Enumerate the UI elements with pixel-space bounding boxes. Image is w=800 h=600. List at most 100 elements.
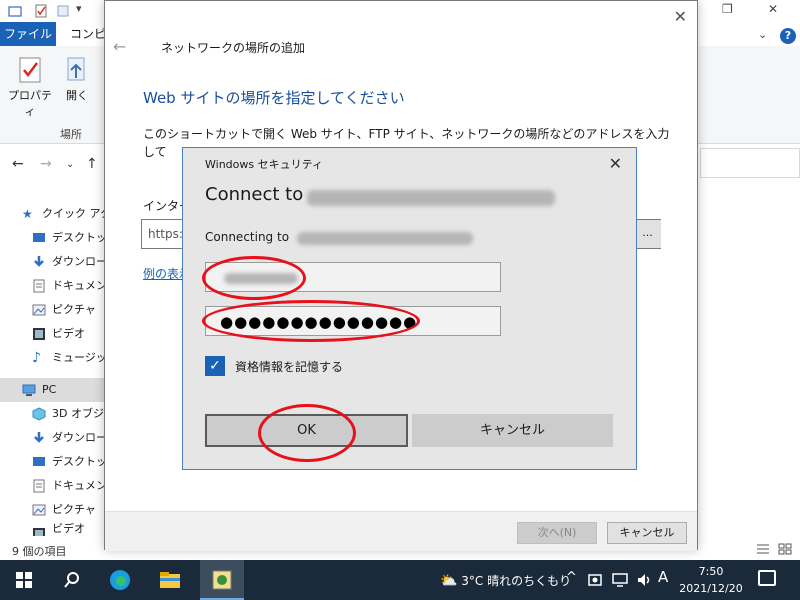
sidebar-item-downloads-pc[interactable]: ダウンロード	[0, 426, 104, 450]
star-icon: ★	[22, 207, 33, 221]
search-icon[interactable]	[60, 568, 84, 592]
sidebar-item-videos-pc[interactable]: ビデオ	[0, 522, 104, 536]
browse-button[interactable]: ...	[633, 220, 661, 248]
picture-icon	[32, 504, 46, 516]
sidebar-item-label: PC	[42, 383, 57, 396]
open-button[interactable]: 開く	[60, 56, 94, 103]
weather-icon: ⛅	[440, 573, 458, 589]
sidebar-item-label: ドキュメント	[52, 279, 104, 292]
sidebar-item-pictures[interactable]: ピクチャ	[0, 298, 104, 322]
sidebar-item-3d-objects[interactable]: 3D オブジェ	[0, 402, 104, 426]
sidebar-item-label: クイック アク	[42, 207, 104, 220]
notification-icon[interactable]	[758, 570, 776, 586]
network-icon[interactable]	[612, 572, 628, 588]
desktop-icon	[33, 457, 45, 466]
redacted-host	[297, 232, 473, 245]
sidebar-item-videos[interactable]: ビデオ	[0, 322, 104, 346]
back-arrow-icon[interactable]: ←	[12, 156, 24, 172]
document-icon	[33, 479, 45, 493]
sidebar-item-desktop[interactable]: デスクトップ	[0, 226, 104, 250]
properties-label: プロパティ	[8, 89, 52, 118]
clock-time: 7:50	[698, 565, 724, 578]
remember-credentials-label: 資格情報を記憶する	[235, 360, 344, 374]
sidebar-item-label: ダウンロード	[52, 255, 104, 268]
taskbar: ⛅ 3°C 晴れのちくもり ^ A 7:50 2021/12/20	[0, 560, 800, 600]
properties-icon	[19, 57, 41, 83]
checkmark-icon: ✓	[209, 358, 221, 374]
sidebar-item-label: ミュージック	[52, 351, 104, 364]
sidebar-item-label: ピクチャ	[52, 503, 96, 516]
clock[interactable]: 7:50 2021/12/20	[678, 563, 744, 597]
properties-button[interactable]: プロパティ	[6, 56, 54, 119]
wizard-heading: Web サイトの場所を指定してください	[143, 89, 405, 107]
sidebar-item-label: ドキュメント	[52, 479, 104, 492]
sidebar-item-label: ピクチャ	[52, 303, 96, 316]
close-icon[interactable]: ✕	[609, 154, 622, 173]
show-hidden-icons-icon[interactable]: ^	[566, 570, 577, 585]
video-icon	[33, 528, 45, 536]
desktop-icon	[33, 233, 45, 242]
folder-icon[interactable]	[8, 4, 22, 18]
item-count: 9 個の項目	[12, 545, 67, 558]
up-arrow-icon[interactable]: ↑	[86, 156, 98, 172]
highlight-ok	[258, 404, 356, 462]
volume-icon[interactable]	[636, 572, 652, 588]
music-note-icon: ♪	[32, 350, 41, 366]
weather-widget[interactable]: ⛅ 3°C 晴れのちくもり	[440, 572, 571, 589]
sidebar-item-pictures-pc[interactable]: ピクチャ	[0, 498, 104, 522]
document-icon	[33, 279, 45, 293]
edge-browser-icon[interactable]	[108, 568, 132, 592]
close-icon[interactable]: ✕	[768, 2, 778, 16]
computer-icon	[22, 384, 36, 396]
picture-icon	[32, 304, 46, 316]
wizard-title: ネットワークの場所の追加	[161, 41, 306, 55]
details-view-icon[interactable]	[756, 543, 770, 555]
new-folder-icon[interactable]	[56, 4, 70, 18]
connecting-text: Connecting to	[205, 230, 290, 244]
sidebar-item-documents[interactable]: ドキュメント	[0, 274, 104, 298]
large-icons-view-icon[interactable]	[778, 543, 792, 555]
help-icon[interactable]: ?	[780, 28, 796, 44]
file-explorer-icon[interactable]	[158, 568, 182, 592]
sidebar-item-music[interactable]: ♪ ミュージック	[0, 346, 104, 370]
cancel-button[interactable]: キャンセル	[607, 522, 687, 544]
weather-text: 3°C 晴れのちくもり	[461, 574, 572, 588]
video-icon	[33, 328, 45, 340]
sidebar-item-quick-access[interactable]: ★ クイック アク	[0, 202, 104, 226]
customize-qat-icon[interactable]: ▾	[76, 2, 82, 15]
tab-file[interactable]: ファイル	[0, 22, 56, 46]
recent-locations-icon[interactable]: ⌄	[66, 159, 74, 170]
back-arrow-icon[interactable]: ←	[113, 37, 126, 56]
sidebar-item-label: 3D オブジェ	[52, 407, 104, 420]
highlight-username	[202, 256, 306, 300]
sidebar-item-pc[interactable]: PC	[0, 378, 104, 402]
highlight-password	[202, 300, 420, 342]
sidebar-item-label: デスクトップ	[52, 231, 104, 244]
next-button[interactable]: 次へ(N)	[517, 522, 597, 544]
search-box[interactable]	[700, 148, 800, 178]
ime-indicator[interactable]: A	[658, 568, 668, 586]
sidebar-item-desktop-pc[interactable]: デスクトップ	[0, 450, 104, 474]
remember-credentials-checkbox[interactable]: ✓	[205, 356, 225, 376]
windows-start-icon[interactable]	[12, 568, 36, 592]
restore-icon[interactable]: ❐	[722, 2, 733, 16]
camera-icon[interactable]	[588, 572, 602, 588]
close-icon[interactable]: ✕	[674, 7, 687, 26]
sidebar-item-label: デスクトップ	[52, 455, 104, 468]
ribbon-expand-icon[interactable]: ⌄	[758, 28, 767, 41]
sidebar-item-label: ビデオ	[52, 327, 85, 340]
dialog-title: Windows セキュリティ	[205, 158, 323, 171]
sidebar-item-label: ダウンロード	[52, 431, 104, 444]
ribbon-group-label: 場所	[60, 128, 82, 141]
sidebar-item-documents-pc[interactable]: ドキュメント	[0, 474, 104, 498]
properties-icon[interactable]	[34, 4, 48, 18]
wizard-footer: 次へ(N) キャンセル	[105, 511, 697, 551]
open-label: 開く	[66, 89, 88, 102]
download-icon	[34, 432, 44, 443]
forward-arrow-icon[interactable]: →	[40, 156, 52, 172]
network-location-app-icon[interactable]	[210, 568, 234, 592]
connect-heading: Connect to	[205, 184, 304, 205]
download-icon	[34, 256, 44, 267]
cancel-button[interactable]: キャンセル	[412, 414, 613, 447]
sidebar-item-downloads[interactable]: ダウンロード	[0, 250, 104, 274]
